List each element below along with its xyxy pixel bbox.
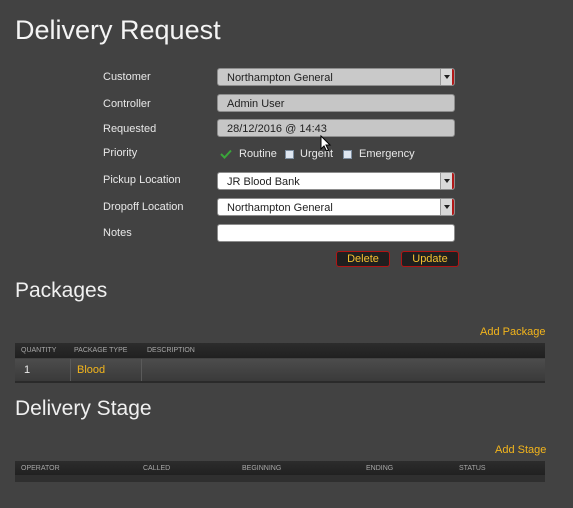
- row-package-type[interactable]: Blood: [77, 364, 105, 376]
- customer-value: Northampton General: [227, 72, 333, 84]
- delivery-stage-title: Delivery Stage: [15, 397, 152, 420]
- delete-button[interactable]: Delete: [336, 251, 390, 267]
- chevron-down-icon[interactable]: [440, 199, 454, 215]
- mouse-cursor-icon: [320, 135, 332, 152]
- priority-routine-label: Routine: [239, 148, 277, 160]
- checkmark-icon[interactable]: [220, 149, 232, 159]
- pickup-value: JR Blood Bank: [227, 176, 300, 188]
- column-header-package-type: PACKAGE TYPE: [74, 347, 128, 354]
- update-button[interactable]: Update: [401, 251, 459, 267]
- add-stage-link[interactable]: Add Stage: [495, 444, 546, 456]
- priority-emergency-label: Emergency: [359, 148, 415, 160]
- controller-value: Admin User: [227, 98, 285, 110]
- table-row[interactable]: 1 Blood: [15, 359, 545, 383]
- requested-field[interactable]: 28/12/2016 @ 14:43: [217, 119, 455, 137]
- priority-emergency-checkbox[interactable]: [343, 150, 352, 159]
- column-header-description: DESCRIPTION: [147, 347, 195, 354]
- column-header-operator: OPERATOR: [21, 465, 60, 472]
- dropoff-value: Northampton General: [227, 202, 333, 214]
- chevron-down-icon[interactable]: [440, 69, 454, 85]
- dropoff-select[interactable]: Northampton General: [217, 198, 455, 216]
- column-header-beginning: BEGINNING: [242, 465, 282, 472]
- packages-table-header: QUANTITY PACKAGE TYPE DESCRIPTION: [15, 343, 545, 358]
- controller-field: Admin User: [217, 94, 455, 112]
- controller-label: Controller: [103, 98, 151, 110]
- row-quantity: 1: [24, 364, 31, 376]
- dropoff-label: Dropoff Location: [103, 201, 184, 213]
- requested-value: 28/12/2016 @ 14:43: [227, 123, 327, 135]
- column-header-ending: ENDING: [366, 465, 394, 472]
- packages-title: Packages: [15, 279, 108, 302]
- notes-input[interactable]: [217, 224, 455, 242]
- pickup-select[interactable]: JR Blood Bank: [217, 172, 455, 190]
- priority-label: Priority: [103, 147, 138, 159]
- customer-label: Customer: [103, 71, 151, 83]
- customer-select[interactable]: Northampton General: [217, 68, 455, 86]
- stages-table-header: OPERATOR CALLED BEGINNING ENDING STATUS: [15, 461, 545, 476]
- chevron-down-icon[interactable]: [440, 173, 454, 189]
- stages-table-body: [15, 475, 545, 482]
- column-header-called: CALLED: [143, 465, 171, 472]
- add-package-link[interactable]: Add Package: [480, 326, 545, 338]
- priority-urgent-checkbox[interactable]: [285, 150, 294, 159]
- requested-label: Requested: [103, 123, 157, 135]
- page-title: Delivery Request: [15, 15, 221, 45]
- column-header-quantity: QUANTITY: [21, 347, 57, 354]
- notes-label: Notes: [103, 227, 132, 239]
- column-divider: [141, 359, 142, 381]
- pickup-label: Pickup Location: [103, 174, 181, 186]
- column-divider: [70, 359, 71, 381]
- column-header-status: STATUS: [459, 465, 486, 472]
